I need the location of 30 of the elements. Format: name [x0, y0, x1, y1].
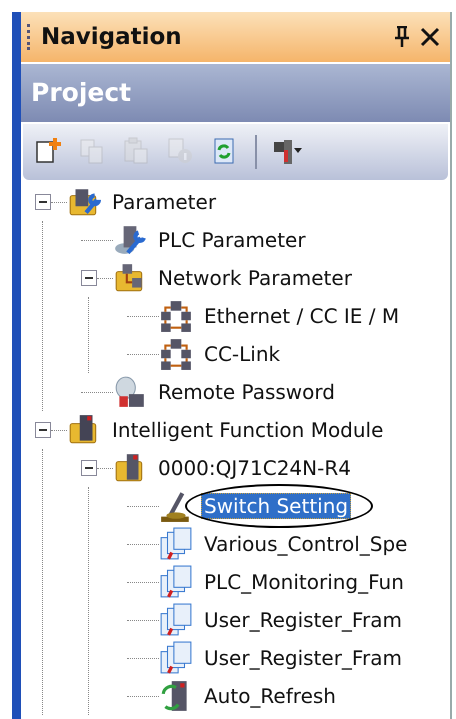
- tree-item[interactable]: PLC_Monitoring_Fun: [201, 569, 407, 595]
- documents-icon: [159, 565, 193, 599]
- tree-item[interactable]: CC-Link: [201, 341, 284, 367]
- pin-icon[interactable]: [394, 26, 410, 48]
- lamp-icon: [113, 375, 147, 409]
- expander-icon[interactable]: [35, 422, 51, 438]
- wrench-icon: [113, 223, 147, 257]
- tree-item[interactable]: 0000:QJ71C24N-R4: [155, 455, 354, 481]
- network-icon: [159, 337, 193, 371]
- panel-title: Navigation: [41, 24, 183, 50]
- tree-item[interactable]: Various_Control_Spe: [201, 531, 410, 557]
- tree-item[interactable]: PLC Parameter: [155, 227, 309, 253]
- close-icon[interactable]: [420, 27, 440, 47]
- expander-icon[interactable]: [81, 460, 97, 476]
- expander-icon[interactable]: [81, 270, 97, 286]
- tree-item[interactable]: Remote Password: [155, 379, 338, 405]
- tree-item[interactable]: Intelligent Function Module: [109, 417, 386, 443]
- expander-icon[interactable]: [35, 194, 51, 210]
- documents-icon: [159, 641, 193, 675]
- tree-item[interactable]: User_Register_Fram: [201, 645, 405, 671]
- tree-item[interactable]: Network Parameter: [155, 265, 355, 291]
- tree-item[interactable]: Switch Setting: [201, 493, 352, 519]
- documents-icon: [159, 527, 193, 561]
- documents-icon: [159, 603, 193, 637]
- network-icon: [159, 299, 193, 333]
- tree-item[interactable]: User_Register_Fram: [201, 607, 405, 633]
- tree-item[interactable]: Parameter: [109, 189, 220, 215]
- tree-item[interactable]: Ethernet / CC IE / M: [201, 303, 402, 329]
- grip-icon[interactable]: [27, 24, 31, 50]
- tree-item[interactable]: Auto_Refresh: [201, 683, 339, 709]
